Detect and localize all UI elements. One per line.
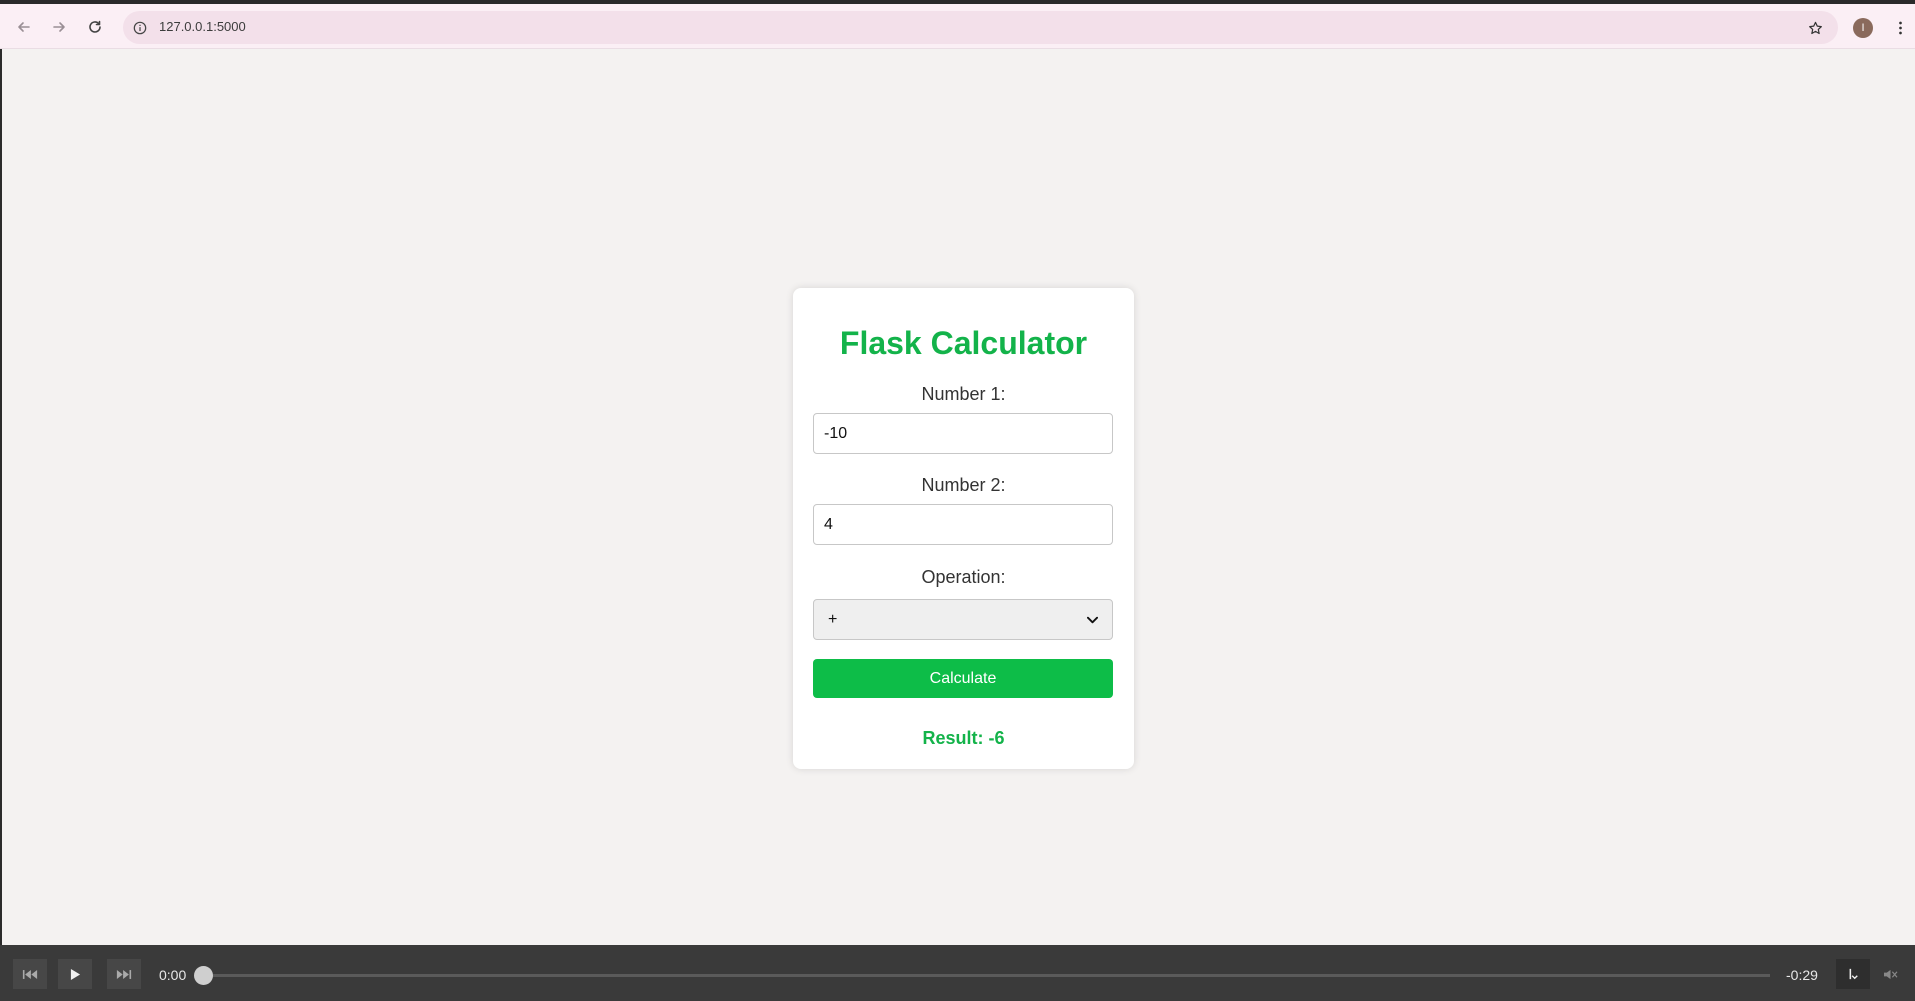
seek-handle[interactable] xyxy=(194,966,213,985)
calculate-button[interactable]: Calculate xyxy=(813,659,1113,698)
number2-input[interactable]: 4 xyxy=(813,504,1113,545)
browser-menu-icon[interactable] xyxy=(1890,16,1910,40)
play-button[interactable] xyxy=(58,959,92,989)
calculate-button-label: Calculate xyxy=(929,669,997,687)
volume-muted-icon xyxy=(1883,969,1897,979)
number2-value: 4 xyxy=(824,515,833,533)
skip-forward-icon xyxy=(116,969,132,979)
remaining-time: -0:29 xyxy=(1786,967,1818,983)
browser-toolbar: 127.0.0.1:5000 I xyxy=(0,0,1915,49)
bookmark-star-icon[interactable] xyxy=(1804,17,1826,39)
site-info-icon[interactable] xyxy=(130,18,150,38)
back-arrow-icon xyxy=(18,22,30,32)
skip-back-icon xyxy=(22,969,38,979)
skip-back-button[interactable] xyxy=(13,959,47,989)
reload-icon xyxy=(89,20,101,33)
back-button[interactable] xyxy=(11,14,37,40)
download-icon xyxy=(1849,968,1858,980)
forward-button[interactable] xyxy=(46,14,72,40)
play-icon xyxy=(70,968,80,980)
chevron-down-icon xyxy=(1087,616,1098,623)
number1-input[interactable]: -10 xyxy=(813,413,1113,454)
result-text: Result: -6 xyxy=(922,728,1005,748)
operation-selected-value: + xyxy=(828,610,838,628)
profile-initial: I xyxy=(1861,22,1865,34)
number2-label: Number 2: xyxy=(921,475,1006,495)
number1-value: -10 xyxy=(824,424,848,442)
current-time: 0:00 xyxy=(159,967,187,983)
operation-select[interactable]: + xyxy=(813,599,1113,640)
profile-avatar[interactable]: I xyxy=(1853,18,1873,38)
skip-forward-button[interactable] xyxy=(107,959,141,989)
page-title: Flask Calculator xyxy=(839,325,1088,361)
forward-arrow-icon xyxy=(53,22,65,32)
page-viewport: Flask Calculator Number 1: -10 Number 2:… xyxy=(2,49,1915,945)
operation-label: Operation: xyxy=(921,567,1006,587)
seek-bar[interactable] xyxy=(202,974,1770,977)
number1-label: Number 1: xyxy=(921,384,1006,404)
url-text[interactable]: 127.0.0.1:5000 xyxy=(159,19,246,34)
picture-in-picture-button[interactable] xyxy=(1836,959,1870,989)
address-bar[interactable]: 127.0.0.1:5000 xyxy=(123,11,1838,44)
reload-button[interactable] xyxy=(82,14,108,40)
volume-button[interactable] xyxy=(1873,959,1907,989)
calculator-card: Flask Calculator Number 1: -10 Number 2:… xyxy=(793,288,1134,769)
media-controls: 0:00 -0:29 xyxy=(0,945,1915,1001)
